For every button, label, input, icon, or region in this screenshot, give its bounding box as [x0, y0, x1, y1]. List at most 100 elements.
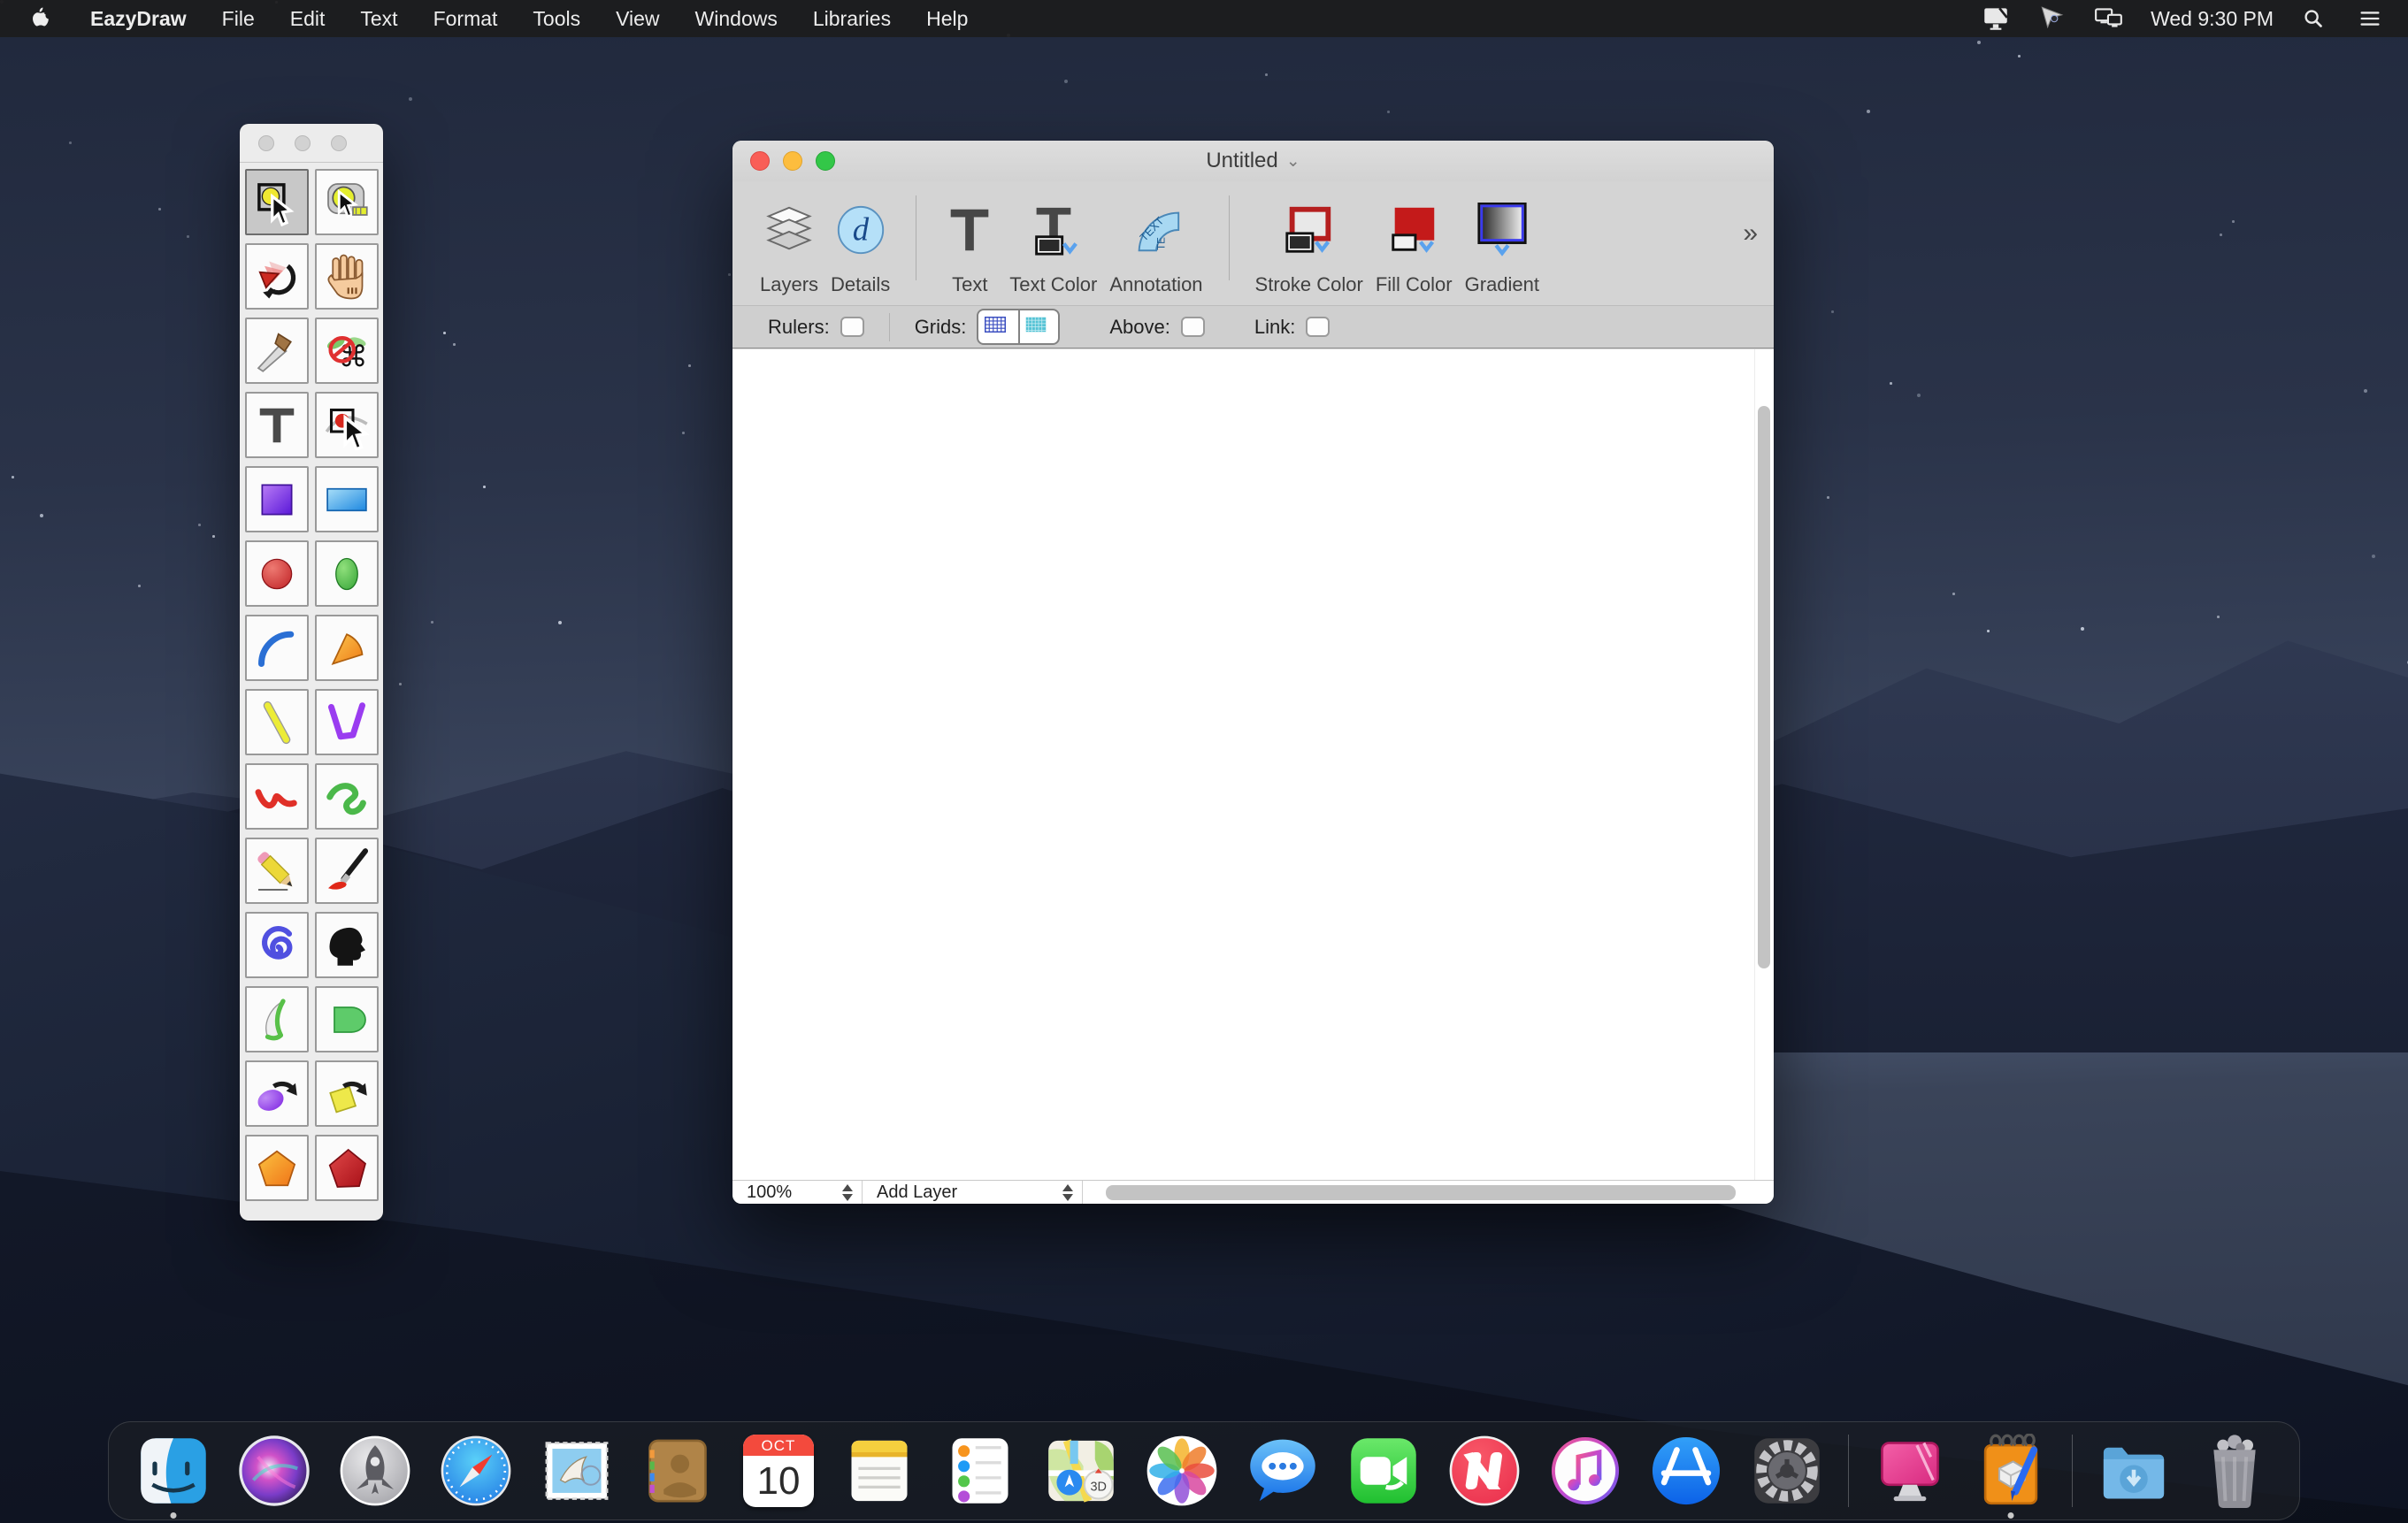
- horizontal-scrollbar-track[interactable]: [1083, 1181, 1774, 1204]
- close-button[interactable]: [750, 151, 770, 171]
- tool-roundend-rect-tool[interactable]: [315, 986, 379, 1052]
- zoom-stepper[interactable]: [842, 1184, 853, 1201]
- dock-item-photos[interactable]: [1145, 1434, 1219, 1508]
- tool-disconnect-tool[interactable]: ⌘: [315, 318, 379, 384]
- tool-ellipse-tool[interactable]: [315, 540, 379, 607]
- zoom-control[interactable]: 100%: [732, 1181, 862, 1204]
- layer-menu-control[interactable]: Add Layer: [863, 1181, 1082, 1204]
- toolbar-item-text[interactable]: Text: [942, 192, 997, 296]
- tool-curve-tool[interactable]: [245, 763, 309, 830]
- dock-item-calendar[interactable]: OCT10: [741, 1434, 816, 1508]
- cursor-share-icon[interactable]: [2037, 4, 2067, 34]
- dock-item-safari[interactable]: [439, 1434, 513, 1508]
- tool-selection-tool[interactable]: [245, 169, 309, 235]
- tool-spiral-tool[interactable]: [245, 912, 309, 978]
- tool-pie-tool[interactable]: [315, 615, 379, 681]
- tool-vertex-edit-tool[interactable]: [315, 392, 379, 458]
- window-title[interactable]: Untitled ⌄: [1206, 149, 1300, 173]
- tool-measure-tool[interactable]: [315, 169, 379, 235]
- dock-item-facetime[interactable]: [1346, 1434, 1421, 1508]
- toolbar-item-stroke-color[interactable]: Stroke Color: [1255, 192, 1363, 296]
- tool-rotate-tool[interactable]: [245, 243, 309, 310]
- menu-item-libraries[interactable]: Libraries: [795, 7, 909, 31]
- dock-item-maps[interactable]: 3D: [1044, 1434, 1118, 1508]
- dock-item-siri[interactable]: [237, 1434, 311, 1508]
- menu-item-file[interactable]: File: [204, 7, 272, 31]
- palette-titlebar[interactable]: [240, 124, 383, 163]
- menu-item-view[interactable]: View: [598, 7, 677, 31]
- toolbar-item-details[interactable]: dDetails: [831, 192, 890, 296]
- layer-stepper[interactable]: [1062, 1184, 1073, 1201]
- minimize-button[interactable]: [783, 151, 802, 171]
- palette-zoom-button[interactable]: [331, 135, 347, 151]
- tool-polygon-tool[interactable]: [315, 1135, 379, 1201]
- window-titlebar[interactable]: Untitled ⌄: [732, 141, 1774, 181]
- zoom-button[interactable]: [816, 151, 835, 171]
- dock-item-contacts[interactable]: [640, 1434, 715, 1508]
- toolbar-item-layers[interactable]: Layers: [760, 192, 818, 296]
- tool-polyline-tool[interactable]: [315, 689, 379, 755]
- menu-item-windows[interactable]: Windows: [678, 7, 795, 31]
- tool-arc-tool[interactable]: [245, 615, 309, 681]
- tool-circle-tool[interactable]: [245, 540, 309, 607]
- vertical-scrollbar-thumb[interactable]: [1758, 406, 1770, 968]
- dock-item-notes[interactable]: [842, 1434, 916, 1508]
- spotlight-search-icon[interactable]: [2300, 5, 2327, 32]
- toolbar-item-annotation[interactable]: TEXTTEAnnotation: [1109, 192, 1202, 296]
- dock-item-news[interactable]: [1447, 1434, 1522, 1508]
- gradient-icon: [1475, 192, 1530, 268]
- display-icon[interactable]: [1981, 4, 2011, 34]
- menu-item-help[interactable]: Help: [909, 7, 985, 31]
- tool-blade-shape-tool[interactable]: [245, 986, 309, 1052]
- toolbar-overflow-button[interactable]: »: [1743, 218, 1758, 249]
- notification-center-icon[interactable]: [2357, 5, 2383, 32]
- tool-knife-tool[interactable]: [245, 318, 309, 384]
- menu-item-eazydraw[interactable]: EazyDraw: [73, 7, 204, 31]
- toolbar-item-fill-color[interactable]: Fill Color: [1376, 192, 1453, 296]
- dock-item-finder[interactable]: [136, 1434, 211, 1508]
- palette-minimize-button[interactable]: [295, 135, 311, 151]
- tool-text-tool[interactable]: [245, 392, 309, 458]
- menu-item-format[interactable]: Format: [416, 7, 516, 31]
- grid-fill-button[interactable]: [1018, 310, 1058, 343]
- toolbar-item-text-color[interactable]: Text Color: [1009, 192, 1097, 296]
- dock-item-mail[interactable]: [540, 1434, 614, 1508]
- tool-line-tool[interactable]: [245, 689, 309, 755]
- above-checkbox[interactable]: [1181, 317, 1205, 337]
- rulers-checkbox[interactable]: [840, 317, 864, 337]
- palette-close-button[interactable]: [258, 135, 274, 151]
- menu-clock[interactable]: Wed 9:30 PM: [2151, 7, 2274, 31]
- tool-hand-tool[interactable]: [315, 243, 379, 310]
- dock-item-app-store[interactable]: [1649, 1434, 1723, 1508]
- menu-item-edit[interactable]: Edit: [272, 7, 343, 31]
- sidecar-displays-icon[interactable]: [2094, 4, 2124, 34]
- tool-bezier-tool[interactable]: [315, 763, 379, 830]
- dock-item-messages[interactable]: [1246, 1434, 1320, 1508]
- dock-item-downloads[interactable]: [2097, 1434, 2171, 1508]
- tool-rectangle-tool[interactable]: [315, 466, 379, 532]
- drawing-canvas[interactable]: [732, 349, 1774, 1180]
- apple-menu[interactable]: [0, 5, 73, 32]
- grid-lines-button[interactable]: [978, 310, 1018, 343]
- tool-pentagon-tool[interactable]: [245, 1135, 309, 1201]
- toolbar-item-gradient[interactable]: Gradient: [1465, 192, 1539, 296]
- dock-item-launchpad[interactable]: [338, 1434, 412, 1508]
- tool-rotate-ellipse-tool[interactable]: [245, 1060, 309, 1127]
- dock-item-reminders[interactable]: [943, 1434, 1017, 1508]
- dock-item-itunes[interactable]: [1548, 1434, 1622, 1508]
- tool-square-tool[interactable]: [245, 466, 309, 532]
- dock-item-eazydraw[interactable]: [1974, 1434, 2048, 1508]
- link-checkbox[interactable]: [1306, 317, 1330, 337]
- vertical-scrollbar-track[interactable]: [1754, 349, 1774, 1180]
- tool-pencil-tool[interactable]: [245, 838, 309, 904]
- horizontal-scrollbar-thumb[interactable]: [1106, 1185, 1736, 1200]
- menu-item-text[interactable]: Text: [342, 7, 415, 31]
- dock-item-system-preferences[interactable]: [1750, 1434, 1824, 1508]
- menu-item-tools[interactable]: Tools: [515, 7, 598, 31]
- dock-item-trash[interactable]: [2197, 1434, 2272, 1508]
- layers-icon: [762, 192, 817, 268]
- tool-image-tool[interactable]: [315, 912, 379, 978]
- tool-brush-tool[interactable]: [315, 838, 379, 904]
- tool-rotate-square-tool[interactable]: [315, 1060, 379, 1127]
- dock-item-cleanmymac[interactable]: [1873, 1434, 1947, 1508]
